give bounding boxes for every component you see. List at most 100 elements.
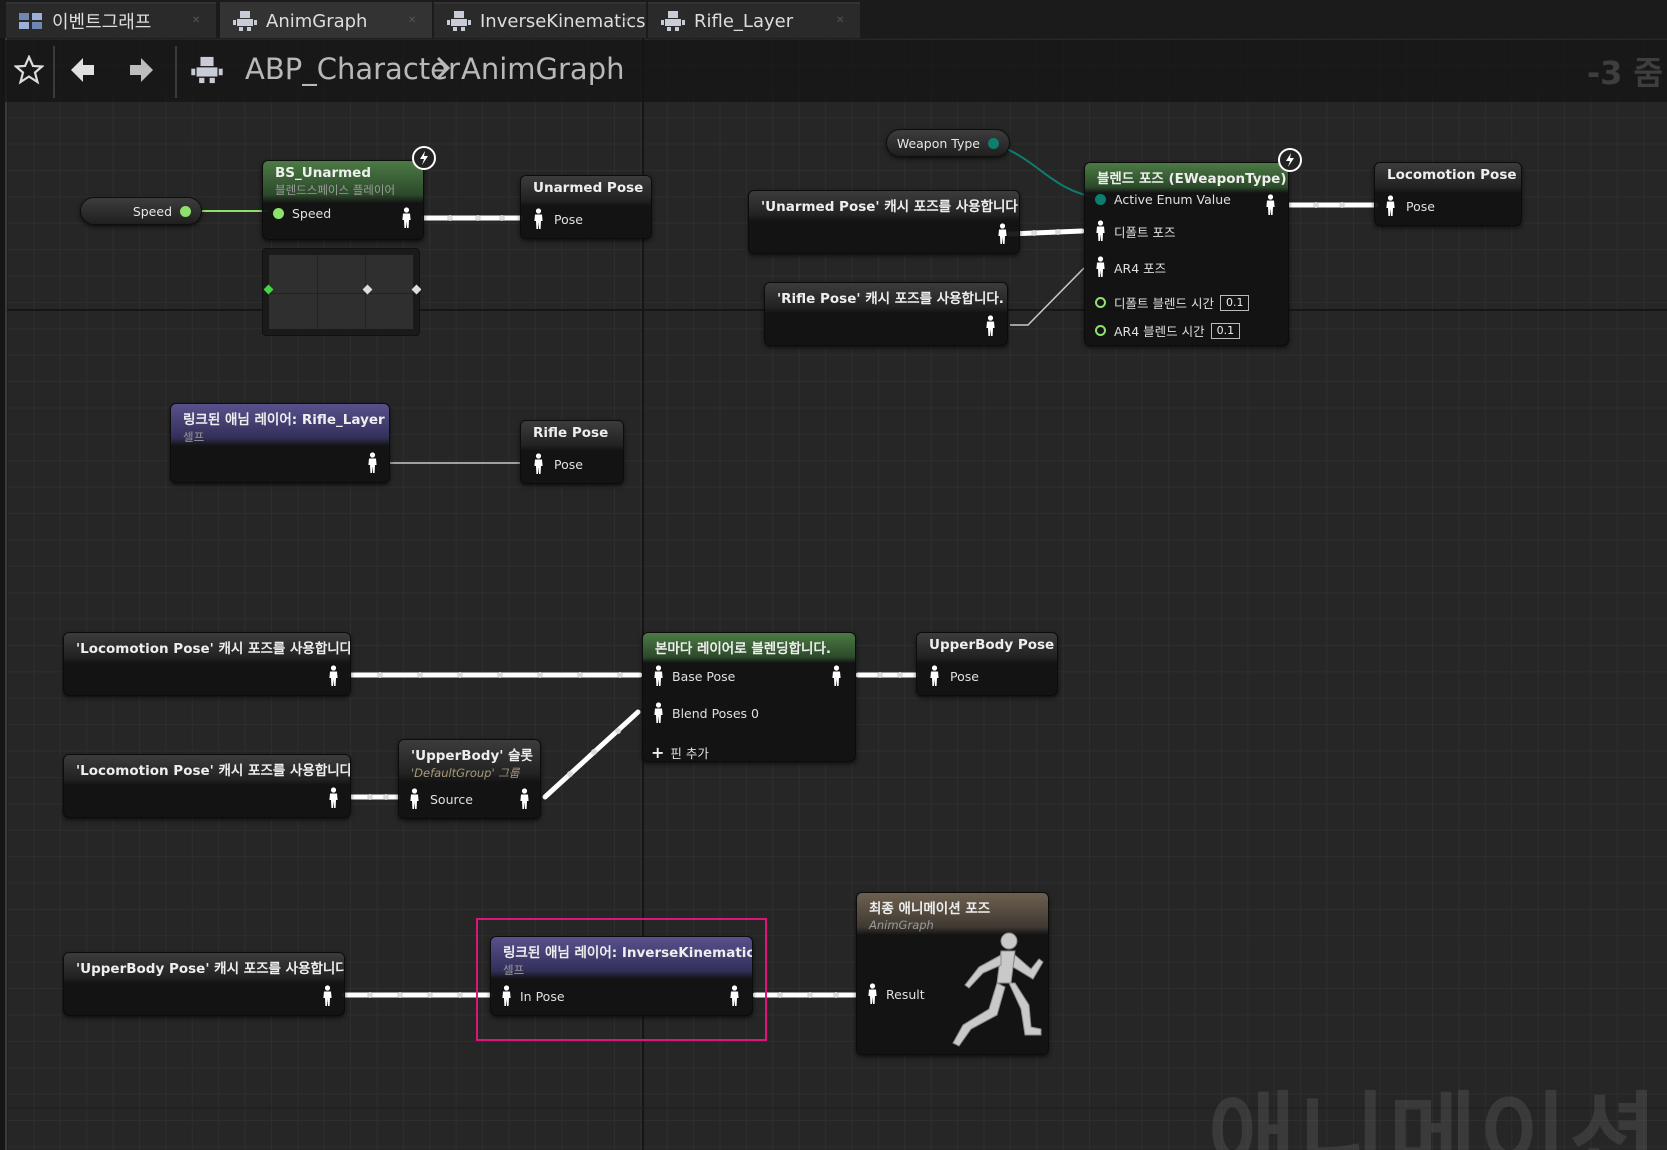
pose-pin-icon <box>1095 220 1106 242</box>
pose-pin-icon <box>1095 256 1106 278</box>
pose-pin-icon <box>519 788 530 810</box>
pose-input-pin-row[interactable]: Pose <box>1385 195 1435 217</box>
pin-label: Pose <box>554 211 583 227</box>
enum-output-pin[interactable] <box>988 137 999 149</box>
default-blend-time-pin-row[interactable]: 디폴트 블렌드 시간 0.1 <box>1095 293 1250 312</box>
blendspace-preview <box>262 248 421 336</box>
close-icon[interactable]: ✕ <box>408 16 418 26</box>
pose-output-pin[interactable] <box>997 223 1008 245</box>
close-icon[interactable]: ✕ <box>622 16 632 26</box>
breadcrumb: ABP_Character AnimGraph -3 줌 <box>5 40 1667 102</box>
node-header: 블렌드 포즈 (EWeaponType) <box>1085 163 1288 193</box>
use-cached-pose-node[interactable]: 'Locomotion Pose' 캐시 포즈를 사용합니다. <box>63 632 351 696</box>
pose-output-pin[interactable] <box>729 985 740 1007</box>
pin-label: 디폴트 블렌드 시간 <box>1114 296 1214 311</box>
pose-output-pin[interactable] <box>519 788 530 810</box>
pin-label: Pose <box>950 668 979 684</box>
tab-label: 이벤트그래프 <box>52 12 152 33</box>
use-cached-pose-node[interactable]: 'Locomotion Pose' 캐시 포즈를 사용합니다. <box>63 754 351 818</box>
breadcrumb-blueprint[interactable]: ABP_Character <box>245 52 460 86</box>
pose-output-pin[interactable] <box>328 665 339 687</box>
plus-icon: + <box>651 743 665 762</box>
pose-output-pin[interactable] <box>328 787 339 809</box>
float-input-pin[interactable] <box>1095 325 1106 336</box>
tab-rifle-layer[interactable]: Rifle_Layer ✕ <box>648 2 860 38</box>
tab-anim-graph[interactable]: AnimGraph ✕ <box>220 2 432 38</box>
close-icon[interactable]: ✕ <box>192 16 202 26</box>
close-icon[interactable]: ✕ <box>836 16 846 26</box>
pose-pin-icon <box>1265 194 1276 216</box>
active-enum-pin-row[interactable]: Active Enum Value <box>1095 192 1231 207</box>
weapon-type-variable-node[interactable]: Weapon Type <box>886 129 1010 157</box>
pose-output-pin[interactable] <box>401 207 412 229</box>
use-cached-pose-node[interactable]: 'Unarmed Pose' 캐시 포즈를 사용합니다. <box>748 190 1020 254</box>
add-pin-button[interactable]: + 핀 추가 <box>651 743 709 762</box>
default-blend-time-field[interactable]: 0.1 <box>1219 294 1250 311</box>
float-input-pin[interactable] <box>273 208 284 219</box>
ar4-pose-pin-row[interactable]: AR4 포즈 <box>1095 256 1166 278</box>
pose-pin-icon <box>322 985 333 1007</box>
pose-input-pin-row[interactable]: Pose <box>533 453 583 475</box>
fast-path-icon <box>1278 148 1302 172</box>
node-header: 'Locomotion Pose' 캐시 포즈를 사용합니다. <box>64 755 350 785</box>
pose-output-pin[interactable] <box>985 315 996 337</box>
tab-bar: 이벤트그래프 ✕ AnimGraph ✕ InverseKinematics ✕… <box>0 0 1667 38</box>
back-button[interactable] <box>63 50 103 90</box>
arrow-left-icon <box>71 58 94 82</box>
enum-input-pin[interactable] <box>1095 194 1106 205</box>
node-title: 링크된 애님 레이어: Rifle_Layer <box>183 412 385 428</box>
default-pose-pin-row[interactable]: 디폴트 포즈 <box>1095 220 1175 242</box>
fast-path-icon <box>412 146 436 170</box>
pose-pin-icon <box>401 207 412 229</box>
node-header: BS_Unarmed 블렌드스페이스 플레이어 <box>263 161 423 203</box>
tab-inverse-kinematics[interactable]: InverseKinematics ✕ <box>434 2 646 38</box>
pin-label: 디폴트 포즈 <box>1114 224 1176 240</box>
use-cached-pose-node[interactable]: 'UpperBody Pose' 캐시 포즈를 사용합니다. <box>63 952 345 1016</box>
in-pose-pin-row[interactable]: In Pose <box>501 985 565 1007</box>
save-cached-pose-node[interactable]: Unarmed Pose Pose <box>520 175 652 239</box>
slot-node[interactable]: 'UpperBody' 슬롯 'DefaultGroup' 그룹 Source <box>398 739 541 819</box>
pose-output-pin[interactable] <box>1265 194 1276 216</box>
linked-anim-layer-node[interactable]: 링크된 애님 레이어: InverseKinematics 셀프 In Pose <box>490 936 753 1016</box>
speed-input-pin-row[interactable]: Speed <box>273 206 331 221</box>
pose-input-pin-row[interactable]: Pose <box>533 208 583 230</box>
pose-input-pin-row[interactable]: Pose <box>929 665 979 687</box>
arrow-right-icon <box>130 58 153 82</box>
use-cached-pose-node[interactable]: 'Rifle Pose' 캐시 포즈를 사용합니다. <box>764 282 1008 346</box>
layered-blend-per-bone-node[interactable]: 본마다 레이어로 블렌딩합니다. Base Pose Blend Poses 0… <box>642 632 856 762</box>
variable-label: Weapon Type <box>896 135 980 151</box>
graph-watermark: 애니메이션 <box>1208 1082 1660 1150</box>
ar4-blend-time-pin-row[interactable]: AR4 블렌드 시간 0.1 <box>1095 321 1241 340</box>
pose-pin-icon <box>501 985 512 1007</box>
blend-poses-by-enum-node[interactable]: 블렌드 포즈 (EWeaponType) Active Enum Value 디… <box>1084 162 1289 346</box>
save-cached-pose-node[interactable]: Rifle Pose Pose <box>520 420 624 484</box>
forward-button[interactable] <box>121 50 161 90</box>
save-cached-pose-node[interactable]: UpperBody Pose Pose <box>916 632 1058 696</box>
breadcrumb-graph[interactable]: AnimGraph <box>461 52 624 86</box>
float-output-pin[interactable] <box>180 205 191 217</box>
blend-poses-pin-row[interactable]: Blend Poses 0 <box>653 702 759 724</box>
node-title: 'UpperBody Pose' 캐시 포즈를 사용합니다. <box>76 961 345 977</box>
node-title: 'Rifle Pose' 캐시 포즈를 사용합니다. <box>777 291 1004 307</box>
linked-anim-layer-node[interactable]: 링크된 애님 레이어: Rifle_Layer 셀프 <box>170 403 390 483</box>
tab-label: Rifle_Layer <box>694 10 794 32</box>
node-title: 본마다 레이어로 블렌딩합니다. <box>655 641 831 657</box>
save-cached-pose-node[interactable]: Locomotion Pose Pose <box>1374 162 1522 226</box>
result-pin-row[interactable]: Result <box>867 983 925 1005</box>
blendspace-player-node[interactable]: BS_Unarmed 블렌드스페이스 플레이어 Speed <box>262 160 424 240</box>
pin-label: Source <box>430 791 473 807</box>
pose-pin-icon <box>1385 195 1396 217</box>
output-pose-node[interactable]: 최종 애니메이션 포즈 AnimGraph Result <box>856 892 1049 1055</box>
pose-output-pin[interactable] <box>367 452 378 474</box>
source-pin-row[interactable]: Source <box>409 788 473 810</box>
pose-output-pin[interactable] <box>322 985 333 1007</box>
node-title: 최종 애니메이션 포즈 <box>869 901 991 917</box>
pose-output-pin[interactable] <box>831 665 842 687</box>
speed-variable-node[interactable]: Speed <box>80 197 202 225</box>
ar4-blend-time-field[interactable]: 0.1 <box>1210 322 1241 339</box>
node-header: 'Locomotion Pose' 캐시 포즈를 사용합니다. <box>64 633 350 663</box>
base-pose-pin-row[interactable]: Base Pose <box>653 665 735 687</box>
favorite-star-button[interactable] <box>9 50 49 90</box>
float-input-pin[interactable] <box>1095 297 1106 308</box>
tab-event-graph[interactable]: 이벤트그래프 ✕ <box>6 2 216 38</box>
